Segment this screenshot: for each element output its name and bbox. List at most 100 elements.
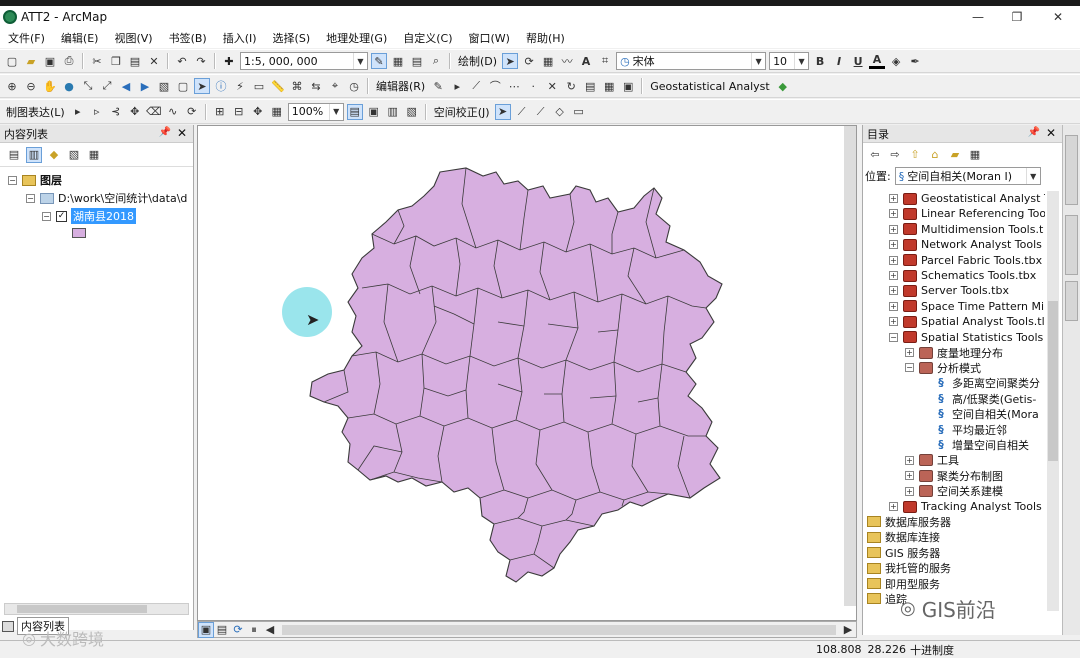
- map-scale-combo[interactable]: 1:5, 000, 000 ▼: [240, 52, 368, 70]
- catalog-item[interactable]: + Schematics Tools.tbx: [863, 268, 1036, 283]
- hyperlink-icon[interactable]: ⚡: [232, 78, 248, 94]
- list-by-visibility-icon[interactable]: ◆: [46, 147, 62, 163]
- bold-button[interactable]: B: [812, 53, 828, 69]
- scrollbar-thumb[interactable]: [17, 605, 147, 613]
- change-layout-icon[interactable]: ▥: [385, 104, 401, 120]
- chevron-down-icon[interactable]: ▼: [794, 53, 808, 69]
- undo-icon[interactable]: ↶: [174, 53, 190, 69]
- line-color-icon[interactable]: ✒: [907, 53, 923, 69]
- collapse-icon[interactable]: −: [8, 175, 17, 185]
- fixed-zoom-out-icon[interactable]: ⤢: [99, 78, 115, 94]
- menu-customize[interactable]: 自定义(C): [395, 30, 460, 46]
- cut-icon[interactable]: ✂: [89, 53, 105, 69]
- chevron-down-icon[interactable]: ▼: [353, 53, 367, 69]
- tab-icon[interactable]: [2, 620, 14, 632]
- menu-edit[interactable]: 编辑(E): [53, 30, 107, 46]
- zoom-whole-page-icon[interactable]: ▦: [540, 53, 556, 69]
- forward-icon[interactable]: ⇨: [887, 146, 903, 162]
- menu-selection[interactable]: 选择(S): [265, 30, 319, 46]
- expand-icon[interactable]: +: [889, 502, 898, 511]
- menu-windows[interactable]: 窗口(W): [461, 30, 518, 46]
- expand-icon[interactable]: +: [905, 486, 914, 496]
- catalog-item[interactable]: § 多距离空间聚类分: [863, 376, 1040, 391]
- open-icon[interactable]: ▰: [23, 53, 39, 69]
- expand-icon[interactable]: +: [889, 240, 898, 250]
- multi-link-icon[interactable]: ◇: [552, 104, 568, 120]
- edit-tool-icon[interactable]: ✎: [430, 78, 446, 94]
- forward-extent-icon[interactable]: ▶: [137, 78, 153, 94]
- toc-root-layers[interactable]: − 图层: [8, 172, 62, 188]
- dock-tab-catalog[interactable]: [1065, 135, 1078, 205]
- list-by-selection-icon[interactable]: ▧: [66, 147, 82, 163]
- catalog-item[interactable]: + 聚类分布制图: [863, 468, 1003, 483]
- pin-icon[interactable]: 📌: [159, 127, 171, 138]
- print-icon[interactable]: ⎙: [61, 53, 77, 69]
- full-extent-icon[interactable]: ●: [61, 78, 77, 94]
- expand-icon[interactable]: +: [889, 255, 898, 265]
- table-of-contents-icon[interactable]: ▦: [390, 53, 406, 69]
- edit-vertices-icon[interactable]: ⌗: [597, 53, 613, 69]
- identify-icon[interactable]: ⓘ: [213, 78, 229, 94]
- close-button[interactable]: ✕: [1038, 6, 1078, 28]
- toc-datasource[interactable]: − D:\work\空间统计\data\d: [26, 190, 187, 206]
- go-to-xy-icon[interactable]: ⌖: [327, 78, 343, 94]
- map-horizontal-scrollbar[interactable]: [282, 624, 836, 635]
- expand-icon[interactable]: +: [889, 301, 898, 311]
- menu-file[interactable]: 文件(F): [0, 30, 53, 46]
- layout-pan-icon[interactable]: ✥: [250, 104, 266, 120]
- hunan-county-map[interactable]: [198, 126, 858, 622]
- catalog-item[interactable]: § 增量空间自相关: [863, 437, 1029, 452]
- rep-erase-icon[interactable]: ⌫: [146, 104, 162, 120]
- catalog-item[interactable]: + Tracking Analyst Tools: [863, 499, 1042, 514]
- editor-menu[interactable]: 编辑器(R): [374, 78, 427, 94]
- catalog-window-icon[interactable]: ▤: [409, 53, 425, 69]
- restore-button[interactable]: ❐: [997, 6, 1037, 28]
- close-icon[interactable]: ✕: [177, 126, 187, 140]
- close-icon[interactable]: ✕: [1046, 126, 1056, 140]
- straight-segment-icon[interactable]: ⟋: [468, 78, 484, 94]
- county-polygons[interactable]: [309, 167, 723, 583]
- menu-insert[interactable]: 插入(I): [215, 30, 265, 46]
- scroll-right-icon[interactable]: ▶: [840, 622, 856, 638]
- paste-icon[interactable]: ▤: [127, 53, 143, 69]
- map-view[interactable]: [197, 125, 857, 621]
- zoom-to-page-icon[interactable]: ▦: [269, 104, 285, 120]
- select-features-icon[interactable]: ▧: [156, 78, 172, 94]
- expand-icon[interactable]: +: [905, 455, 914, 465]
- chevron-down-icon[interactable]: ▼: [1025, 168, 1040, 184]
- list-by-drawing-order-icon[interactable]: ▤: [6, 147, 22, 163]
- expand-icon[interactable]: +: [889, 209, 898, 219]
- new-displacement-link-icon[interactable]: ⟋: [514, 104, 530, 120]
- catalog-item[interactable]: + 空间关系建模: [863, 484, 1003, 499]
- trace-icon[interactable]: ⋯: [506, 78, 522, 94]
- scroll-left-icon[interactable]: ◀: [262, 622, 278, 638]
- zoom-out-icon[interactable]: ⊖: [23, 78, 39, 94]
- minimize-button[interactable]: —: [958, 6, 998, 28]
- time-slider-icon[interactable]: ◷: [346, 78, 362, 94]
- catalog-item[interactable]: 数据库连接: [863, 530, 940, 545]
- catalog-item[interactable]: 我托管的服务: [863, 561, 951, 576]
- fixed-zoom-in-icon[interactable]: ⤡: [80, 78, 96, 94]
- split-tool-icon[interactable]: ✕: [544, 78, 560, 94]
- up-one-level-icon[interactable]: ⇧: [907, 146, 923, 162]
- representation-menu[interactable]: 制图表达(L): [4, 104, 67, 120]
- pan-icon[interactable]: ✋: [42, 78, 58, 94]
- catalog-item[interactable]: § 空间自相关(Mora: [863, 407, 1039, 422]
- catalog-item[interactable]: § 高/低聚类(Getis-: [863, 391, 1036, 406]
- toc-layer-row[interactable]: − ✓ 湖南县2018: [42, 208, 136, 224]
- menu-bookmarks[interactable]: 书签(B): [161, 30, 215, 46]
- catalog-item[interactable]: − 分析模式: [863, 360, 981, 375]
- back-icon[interactable]: ⇦: [867, 146, 883, 162]
- dock-tab-results[interactable]: [1065, 281, 1078, 321]
- expand-icon[interactable]: +: [905, 471, 914, 481]
- add-data-icon[interactable]: ✚: [221, 53, 237, 69]
- layer-symbol-swatch[interactable]: [72, 228, 86, 238]
- chevron-down-icon[interactable]: ▼: [751, 53, 765, 69]
- catalog-item[interactable]: − Spatial Statistics Tools: [863, 330, 1043, 345]
- text-tool-icon[interactable]: A: [578, 53, 594, 69]
- layout-view-icon[interactable]: ▤: [214, 622, 230, 638]
- views-icon[interactable]: ▦: [967, 146, 983, 162]
- toggle-draft-mode-icon[interactable]: ▤: [346, 103, 363, 120]
- scrollbar-thumb[interactable]: [1048, 301, 1058, 461]
- rep-reshape-icon[interactable]: ⟳: [184, 104, 200, 120]
